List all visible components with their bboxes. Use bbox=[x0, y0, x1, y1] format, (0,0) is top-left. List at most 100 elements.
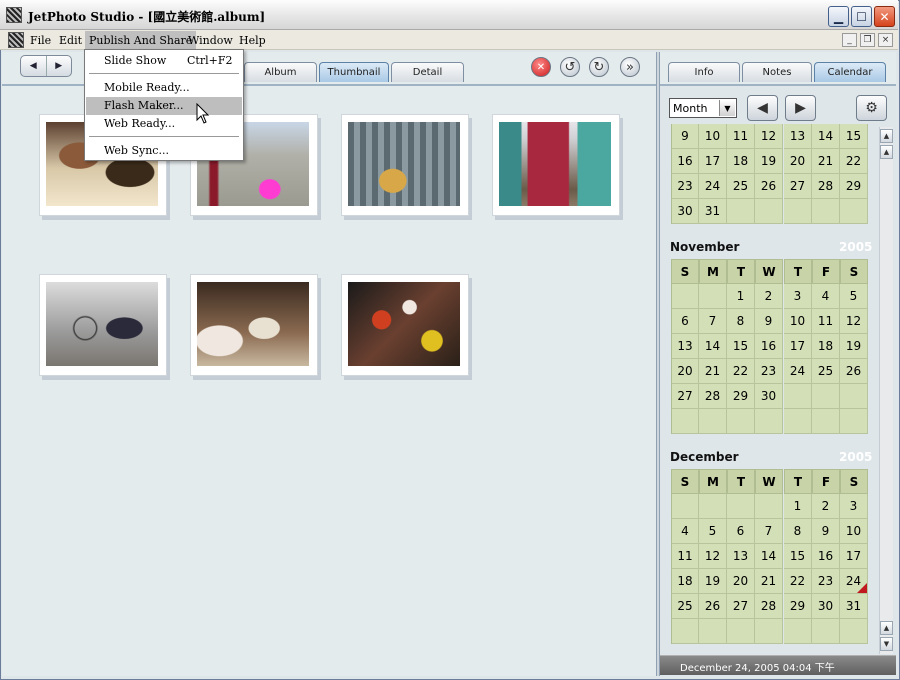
calendar-day[interactable]: 17 bbox=[840, 544, 868, 569]
thumbnail-photo-5[interactable] bbox=[39, 274, 167, 376]
forward-arrow-icon[interactable]: ▶ bbox=[47, 56, 72, 76]
calendar-day[interactable]: 5 bbox=[840, 284, 868, 309]
calendar-day[interactable]: 24 bbox=[840, 569, 868, 594]
tab-album[interactable]: Album bbox=[244, 62, 317, 82]
calendar-day[interactable]: 10 bbox=[784, 309, 812, 334]
next-button[interactable]: ▶ bbox=[785, 95, 816, 121]
menu-item-web-ready[interactable]: Web Ready... bbox=[86, 115, 242, 133]
menu-window[interactable]: Window bbox=[185, 33, 236, 48]
calendar-day[interactable]: 25 bbox=[671, 594, 699, 619]
calendar-day[interactable]: 16 bbox=[755, 334, 783, 359]
calendar-day[interactable]: 14 bbox=[755, 544, 783, 569]
menu-item-mobile-ready[interactable]: Mobile Ready... bbox=[86, 79, 242, 97]
calendar-day[interactable]: 31 bbox=[699, 199, 727, 224]
calendar-day[interactable]: 24 bbox=[784, 359, 812, 384]
calendar-day[interactable]: 17 bbox=[784, 334, 812, 359]
menu-item-flash-maker[interactable]: Flash Maker... bbox=[86, 97, 242, 115]
calendar-day[interactable]: 9 bbox=[755, 309, 783, 334]
calendar-day[interactable]: 27 bbox=[671, 384, 699, 409]
calendar-day[interactable]: 1 bbox=[784, 494, 812, 519]
calendar-day[interactable]: 8 bbox=[727, 309, 755, 334]
calendar-day[interactable]: 28 bbox=[812, 174, 840, 199]
mdi-close-button[interactable]: × bbox=[878, 33, 893, 47]
calendar-day[interactable]: 10 bbox=[699, 124, 727, 149]
rotate-left-button[interactable]: ↺ bbox=[560, 57, 580, 77]
calendar-day[interactable]: 13 bbox=[784, 124, 812, 149]
calendar-day[interactable]: 12 bbox=[755, 124, 783, 149]
calendar-day[interactable]: 21 bbox=[699, 359, 727, 384]
calendar-day[interactable]: 1 bbox=[727, 284, 755, 309]
thumbnail-photo-3[interactable] bbox=[341, 114, 469, 216]
calendar-day[interactable]: 25 bbox=[727, 174, 755, 199]
calendar-day[interactable]: 6 bbox=[671, 309, 699, 334]
close-button[interactable]: ✕ bbox=[874, 6, 895, 27]
calendar-day[interactable]: 17 bbox=[699, 149, 727, 174]
mdi-restore-button[interactable]: ❐ bbox=[860, 33, 875, 47]
calendar-day[interactable]: 27 bbox=[784, 174, 812, 199]
settings-button[interactable]: ⚙ bbox=[856, 95, 887, 121]
back-arrow-icon[interactable]: ◀ bbox=[21, 56, 47, 76]
thumbnail-photo-6[interactable] bbox=[190, 274, 318, 376]
calendar-day[interactable]: 26 bbox=[755, 174, 783, 199]
tab-detail[interactable]: Detail bbox=[391, 62, 464, 82]
calendar-day[interactable]: 18 bbox=[671, 569, 699, 594]
calendar-day[interactable]: 12 bbox=[699, 544, 727, 569]
calendar-day[interactable]: 23 bbox=[671, 174, 699, 199]
document-icon[interactable] bbox=[8, 32, 24, 48]
calendar-scrollbar[interactable]: ▲ ▲ ▲ ▼ bbox=[879, 127, 893, 654]
calendar-day[interactable]: 2 bbox=[812, 494, 840, 519]
calendar-day[interactable]: 18 bbox=[727, 149, 755, 174]
calendar-day[interactable]: 21 bbox=[755, 569, 783, 594]
calendar-day[interactable]: 3 bbox=[840, 494, 868, 519]
calendar-day[interactable]: 15 bbox=[784, 544, 812, 569]
calendar-day[interactable]: 24 bbox=[699, 174, 727, 199]
calendar-day[interactable]: 10 bbox=[840, 519, 868, 544]
calendar-day[interactable]: 16 bbox=[671, 149, 699, 174]
scroll-up-icon[interactable]: ▲ bbox=[880, 129, 893, 143]
tab-thumbnail[interactable]: Thumbnail bbox=[319, 62, 389, 82]
calendar-day[interactable]: 4 bbox=[812, 284, 840, 309]
menu-item-slide-show[interactable]: Slide Show Ctrl+F2 bbox=[86, 52, 242, 70]
calendar-day[interactable]: 27 bbox=[727, 594, 755, 619]
calendar-day[interactable]: 14 bbox=[699, 334, 727, 359]
calendar-day[interactable]: 3 bbox=[784, 284, 812, 309]
calendar-day[interactable]: 12 bbox=[840, 309, 868, 334]
calendar-day[interactable]: 13 bbox=[671, 334, 699, 359]
calendar-day[interactable]: 26 bbox=[840, 359, 868, 384]
calendar-day[interactable]: 5 bbox=[699, 519, 727, 544]
calendar-day[interactable]: 22 bbox=[784, 569, 812, 594]
calendar-day[interactable]: 30 bbox=[812, 594, 840, 619]
calendar-day[interactable]: 23 bbox=[755, 359, 783, 384]
maximize-button[interactable]: ☐ bbox=[851, 6, 872, 27]
calendar-day[interactable]: 14 bbox=[812, 124, 840, 149]
calendar-day[interactable]: 16 bbox=[812, 544, 840, 569]
calendar-day[interactable]: 29 bbox=[840, 174, 868, 199]
calendar-day[interactable]: 23 bbox=[812, 569, 840, 594]
calendar-day[interactable]: 7 bbox=[699, 309, 727, 334]
menu-edit[interactable]: Edit bbox=[56, 33, 85, 48]
calendar-day[interactable]: 19 bbox=[699, 569, 727, 594]
calendar-day[interactable]: 20 bbox=[784, 149, 812, 174]
scroll-up-icon[interactable]: ▲ bbox=[880, 145, 893, 159]
scroll-down-icon[interactable]: ▼ bbox=[880, 637, 893, 651]
calendar-day[interactable]: 28 bbox=[755, 594, 783, 619]
calendar-day[interactable]: 20 bbox=[727, 569, 755, 594]
previous-button[interactable]: ◀ bbox=[747, 95, 778, 121]
calendar-day[interactable]: 19 bbox=[755, 149, 783, 174]
calendar-day[interactable]: 31 bbox=[840, 594, 868, 619]
calendar-day[interactable]: 15 bbox=[727, 334, 755, 359]
rotate-right-button[interactable]: ↻ bbox=[589, 57, 609, 77]
calendar-day[interactable]: 30 bbox=[755, 384, 783, 409]
calendar-day[interactable]: 8 bbox=[784, 519, 812, 544]
menu-help[interactable]: Help bbox=[236, 33, 269, 48]
tab-notes[interactable]: Notes bbox=[742, 62, 812, 82]
calendar-day[interactable]: 11 bbox=[671, 544, 699, 569]
calendar-day[interactable]: 25 bbox=[812, 359, 840, 384]
mdi-minimize-button[interactable]: _ bbox=[842, 33, 857, 47]
tab-calendar[interactable]: Calendar bbox=[814, 62, 886, 82]
calendar-day[interactable]: 29 bbox=[727, 384, 755, 409]
calendar-day[interactable]: 6 bbox=[727, 519, 755, 544]
calendar-day[interactable]: 11 bbox=[727, 124, 755, 149]
calendar-day[interactable]: 22 bbox=[727, 359, 755, 384]
calendar-day[interactable]: 9 bbox=[671, 124, 699, 149]
